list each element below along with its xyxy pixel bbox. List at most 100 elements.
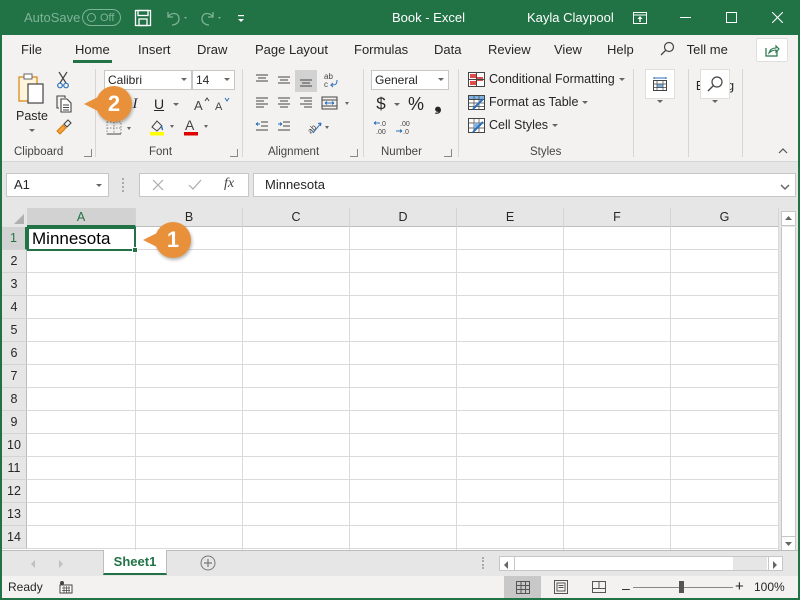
wrap-text-icon[interactable]: ab c — [321, 70, 341, 90]
align-center-icon[interactable] — [274, 93, 294, 113]
accounting-dropdown[interactable] — [391, 93, 403, 115]
column-header-b[interactable]: B — [136, 208, 243, 227]
page-break-preview-button[interactable] — [580, 576, 617, 598]
increase-font-size-icon[interactable]: A — [193, 94, 211, 114]
tab-draw[interactable]: Draw — [197, 35, 227, 65]
number-launcher-icon[interactable] — [444, 149, 452, 157]
row-header-13[interactable]: 13 — [2, 503, 27, 526]
paste-button[interactable]: Paste — [14, 71, 50, 133]
tab-formulas[interactable]: Formulas — [354, 35, 408, 65]
formula-bar-resize-handle[interactable] — [122, 178, 124, 192]
ribbon-display-options-icon[interactable] — [617, 0, 663, 35]
top-align-icon[interactable] — [252, 70, 272, 90]
next-sheet-icon[interactable] — [57, 558, 65, 572]
scroll-track-empty[interactable] — [733, 557, 767, 570]
align-left-icon[interactable] — [252, 93, 272, 113]
collapse-ribbon-icon[interactable] — [776, 145, 790, 157]
page-layout-view-button[interactable] — [542, 576, 579, 598]
scroll-track[interactable] — [781, 227, 796, 538]
align-right-icon[interactable] — [296, 93, 316, 113]
increase-indent-icon[interactable] — [274, 117, 294, 137]
editing-button[interactable]: Editing — [694, 69, 736, 137]
cell-a1[interactable]: Minnesota — [27, 227, 136, 251]
expand-formula-bar-icon[interactable] — [780, 176, 790, 198]
cell-styles-button[interactable]: Cell Styles — [468, 115, 559, 135]
close-button[interactable] — [754, 0, 800, 35]
autosave-toggle[interactable]: Off — [82, 9, 121, 26]
tab-help[interactable]: Help — [607, 35, 634, 65]
column-header-f[interactable]: F — [564, 208, 671, 227]
orientation-icon[interactable]: ab — [304, 117, 332, 137]
copy-icon[interactable] — [54, 94, 74, 114]
column-header-c[interactable]: C — [243, 208, 350, 227]
row-header-6[interactable]: 6 — [2, 342, 27, 365]
row-header-7[interactable]: 7 — [2, 365, 27, 388]
row-header-4[interactable]: 4 — [2, 296, 27, 319]
comma-style-button[interactable]: ❟ — [430, 93, 446, 115]
cancel-icon[interactable] — [152, 179, 164, 194]
row-header-12[interactable]: 12 — [2, 480, 27, 503]
column-header-e[interactable]: E — [457, 208, 564, 227]
scroll-right-icon[interactable] — [770, 559, 780, 573]
insert-function-button[interactable]: fx — [224, 176, 234, 192]
row-header-2[interactable]: 2 — [2, 250, 27, 273]
column-header-g[interactable]: G — [671, 208, 779, 227]
font-launcher-icon[interactable] — [230, 149, 238, 157]
tab-view[interactable]: View — [554, 35, 582, 65]
previous-sheet-icon[interactable] — [29, 558, 37, 572]
fill-handle[interactable] — [132, 247, 138, 253]
vertical-scrollbar[interactable] — [779, 208, 798, 551]
accounting-format-button[interactable]: $ — [372, 93, 390, 115]
increase-decimal-icon[interactable]: .0.00 — [372, 117, 392, 137]
horizontal-scrollbar[interactable] — [499, 556, 783, 571]
row-header-1[interactable]: 1 — [2, 227, 27, 250]
share-button[interactable] — [756, 38, 788, 62]
select-all-button[interactable] — [2, 208, 27, 227]
row-header-14[interactable]: 14 — [2, 526, 27, 549]
font-size-combo[interactable]: 14 — [192, 70, 235, 90]
tab-review[interactable]: Review — [488, 35, 531, 65]
name-box[interactable]: A1 — [6, 173, 109, 197]
user-name[interactable]: Kayla Claypool — [527, 0, 614, 35]
decrease-font-size-icon[interactable]: A — [214, 94, 232, 114]
row-header-5[interactable]: 5 — [2, 319, 27, 342]
bottom-align-icon[interactable] — [295, 70, 317, 92]
row-header-8[interactable]: 8 — [2, 388, 27, 411]
row-header-11[interactable]: 11 — [2, 457, 27, 480]
format-as-table-button[interactable]: Format as Table — [468, 92, 589, 112]
tab-split-handle[interactable] — [482, 557, 484, 569]
format-painter-icon[interactable] — [54, 117, 74, 137]
scroll-down-button[interactable] — [781, 536, 796, 551]
zoom-out-button[interactable]: – — [622, 580, 630, 596]
number-format-combo[interactable]: General — [371, 70, 449, 90]
clipboard-launcher-icon[interactable] — [84, 149, 92, 157]
merge-center-icon[interactable] — [320, 93, 354, 113]
redo-icon[interactable] — [199, 9, 221, 27]
column-header-a[interactable]: A — [27, 208, 136, 227]
cells-button[interactable]: Cells — [642, 69, 678, 137]
middle-align-icon[interactable] — [274, 70, 294, 90]
tab-page-layout[interactable]: Page Layout — [255, 35, 328, 65]
scroll-left-icon[interactable] — [501, 559, 511, 573]
normal-view-button[interactable] — [504, 576, 541, 598]
save-icon[interactable] — [134, 9, 152, 27]
decrease-decimal-icon[interactable]: .00.0 — [394, 117, 414, 137]
scroll-up-button[interactable] — [781, 211, 796, 226]
macro-recording-icon[interactable] — [59, 580, 73, 597]
percent-style-button[interactable]: % — [405, 93, 427, 115]
alignment-launcher-icon[interactable] — [350, 149, 358, 157]
row-header-9[interactable]: 9 — [2, 411, 27, 434]
row-header-3[interactable]: 3 — [2, 273, 27, 296]
sheet-tab-sheet1[interactable]: Sheet1 — [103, 550, 167, 575]
tab-insert[interactable]: Insert — [138, 35, 171, 65]
zoom-level[interactable]: 100% — [754, 580, 785, 594]
minimize-button[interactable] — [662, 0, 708, 35]
cut-icon[interactable] — [54, 70, 72, 90]
enter-icon[interactable] — [188, 179, 202, 194]
conditional-formatting-button[interactable]: Conditional Formatting — [468, 69, 625, 89]
worksheet-grid[interactable]: A B C D E F G 1 2 3 4 5 6 7 8 9 10 11 12 13 14 Minnes… — [2, 208, 779, 550]
tell-me-search[interactable]: Tell me — [659, 35, 728, 65]
zoom-in-button[interactable]: + — [735, 578, 744, 595]
column-header-d[interactable]: D — [350, 208, 457, 227]
tab-file[interactable]: File — [21, 35, 42, 65]
